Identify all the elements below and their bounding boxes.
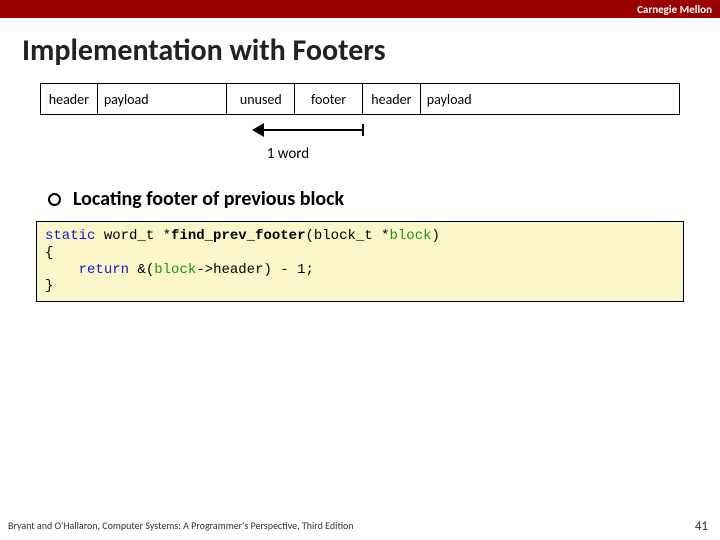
code-brace-open: { xyxy=(45,245,53,261)
cell-payload-1: payload xyxy=(98,83,228,115)
slide-title: Implementation with Footers xyxy=(0,18,720,77)
code-arg: block xyxy=(389,228,431,244)
cell-payload-2: payload xyxy=(421,83,680,115)
page-number: 41 xyxy=(695,519,708,534)
bullet-icon xyxy=(48,193,61,206)
topbar: Carnegie Mellon xyxy=(0,0,720,18)
arrow-tick xyxy=(362,124,364,136)
code-box: static word_t *find_prev_footer(block_t … xyxy=(36,221,684,302)
arrow-diagram xyxy=(40,121,680,141)
code-fn-name: find_prev_footer xyxy=(171,228,305,244)
cell-header-2: header xyxy=(363,83,421,115)
code-indent xyxy=(45,262,79,278)
cell-header-1: header xyxy=(40,83,98,115)
bullet-text: Locating footer of previous block xyxy=(73,187,344,211)
arrow-left-icon xyxy=(252,123,264,137)
cell-unused: unused xyxy=(227,83,295,115)
institution-label: Carnegie Mellon xyxy=(637,3,712,16)
arrow-line xyxy=(258,129,364,131)
cell-footer: footer xyxy=(295,83,363,115)
code-brace-close: } xyxy=(45,278,53,294)
code-expr-var: block xyxy=(154,262,196,278)
footer-citation: Bryant and O'Hallaron, Computer Systems:… xyxy=(8,519,354,532)
code-kw-return: return xyxy=(79,262,129,278)
code-kw-static: static xyxy=(45,228,95,244)
arrow-label: 1 word xyxy=(248,145,328,163)
code-type: word_t * xyxy=(95,228,171,244)
code-sig-open: (block_t * xyxy=(305,228,389,244)
bullet-item: Locating footer of previous block xyxy=(48,187,720,211)
memory-block-diagram: header payload unused footer header payl… xyxy=(40,83,680,115)
code-expr-post: ->header) - 1; xyxy=(196,262,314,278)
code-sig-close: ) xyxy=(432,228,440,244)
code-expr-pre: &( xyxy=(129,262,154,278)
